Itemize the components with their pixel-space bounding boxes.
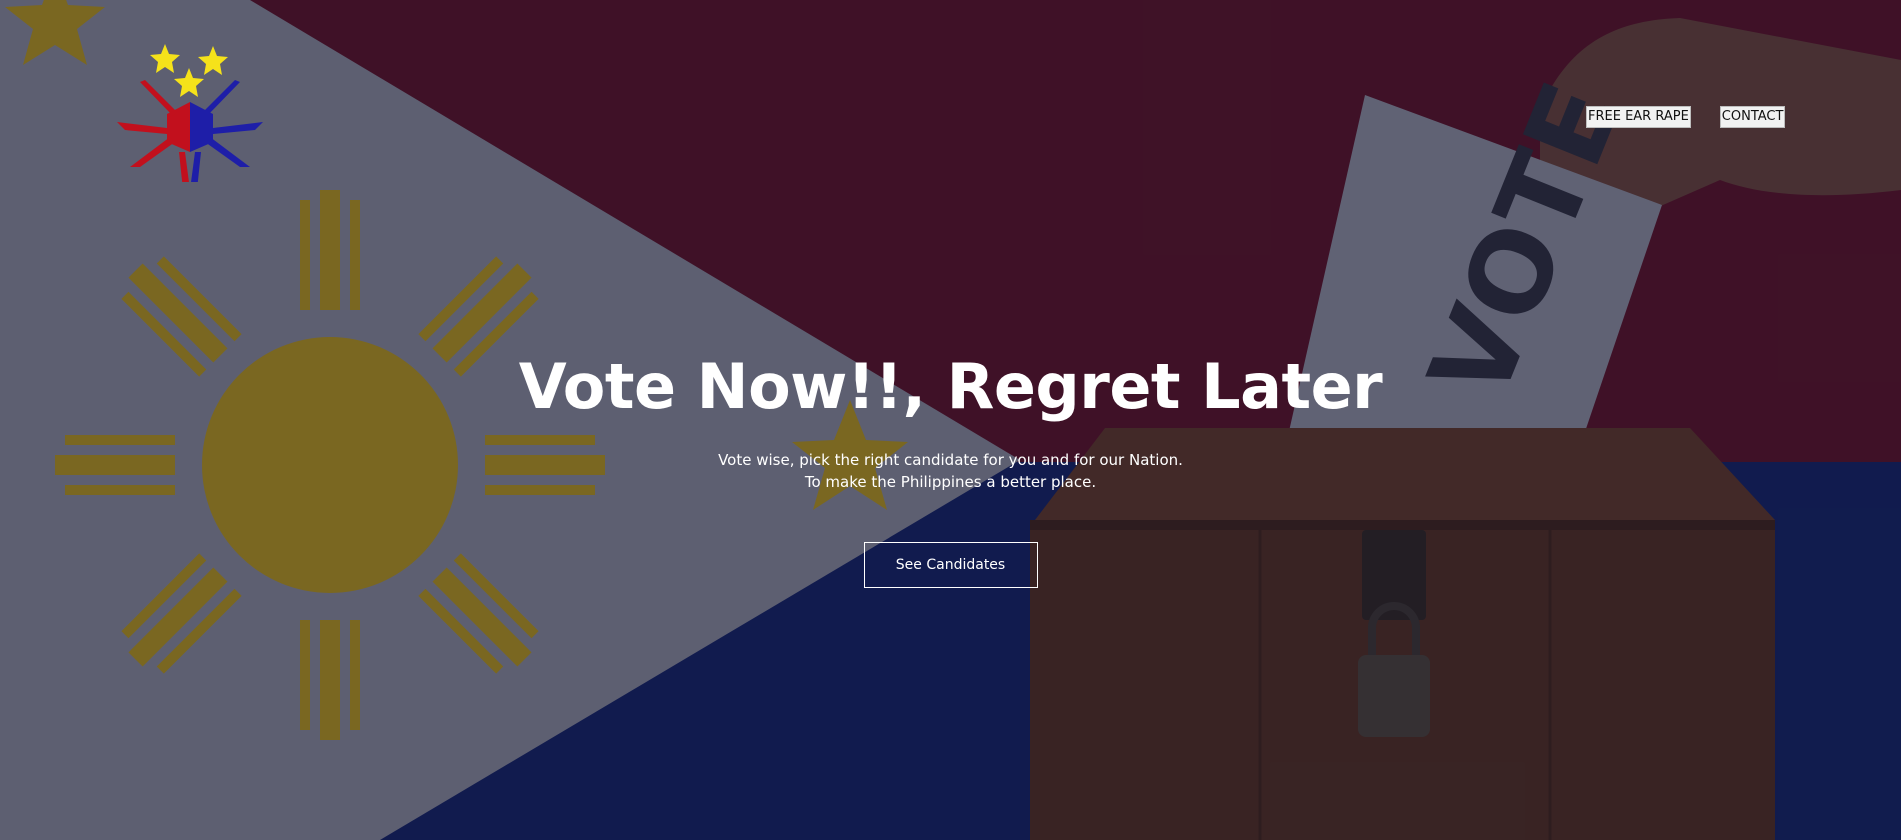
hero-subtitle-line-1: Vote wise, pick the right candidate for …: [718, 451, 1183, 469]
hero-section: VOTE FREE EAR RAPE CONTACT Vote Now!!, R…: [0, 0, 1901, 840]
see-candidates-button[interactable]: See Candidates: [863, 542, 1038, 588]
hero-subtitle-line-2: To make the Philippines a better place.: [804, 473, 1097, 491]
hero-title: Vote Now!!, Regret Later: [518, 350, 1383, 423]
nav-contact-button[interactable]: CONTACT: [1719, 106, 1786, 128]
hero-content: Vote Now!!, Regret Later Vote wise, pick…: [0, 350, 1901, 588]
top-nav: FREE EAR RAPE CONTACT: [1586, 106, 1786, 128]
nav-free-ear-rape-button[interactable]: FREE EAR RAPE: [1586, 106, 1691, 128]
hero-subtitle: Vote wise, pick the right candidate for …: [0, 449, 1901, 493]
site-logo-icon[interactable]: [115, 42, 265, 182]
